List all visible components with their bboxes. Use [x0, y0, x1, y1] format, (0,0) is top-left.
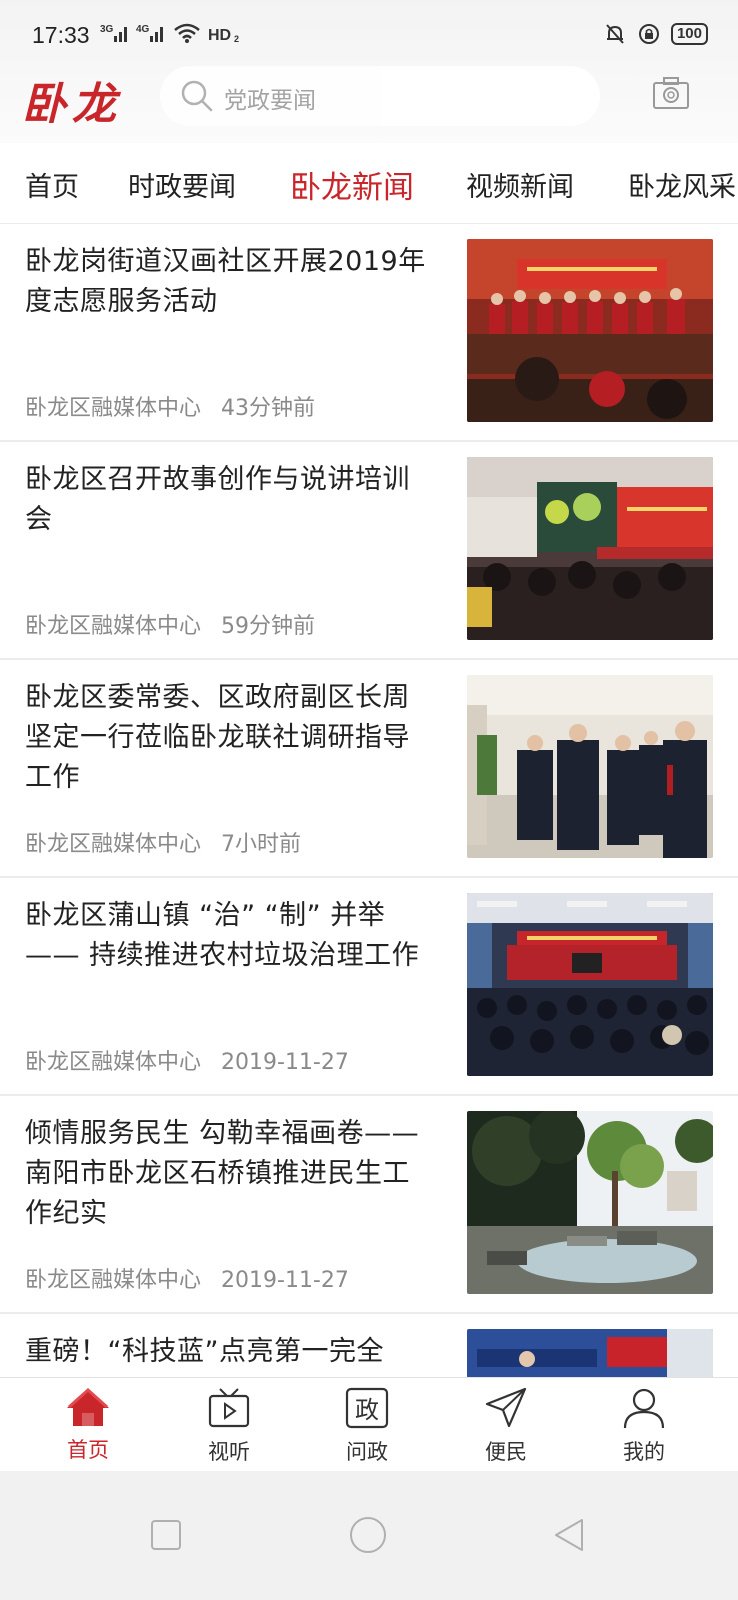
mute-bell-icon [606, 24, 624, 44]
wifi-icon [174, 23, 200, 43]
nav-mine[interactable]: 我的 [599, 1386, 689, 1466]
news-meta: 卧龙区融媒体中心 2019-11-27 [25, 1262, 349, 1294]
news-title: 卧龙岗街道汉画社区开展2019年度志愿服务活动 [25, 246, 426, 317]
news-time: 2019-11-27 [221, 1268, 349, 1293]
channel-tabs: 首页 时政要闻 卧龙新闻 视频新闻 卧龙风采 [0, 143, 738, 225]
nav-service[interactable]: 便民 [461, 1386, 551, 1466]
news-thumbnail [467, 1111, 713, 1294]
nav-home[interactable]: 首页 [43, 1386, 133, 1464]
battery-indicator: 100 [670, 23, 708, 45]
svg-text:政: 政 [355, 1396, 379, 1424]
app-logo: 卧龙 [22, 79, 122, 130]
tv-icon [208, 1388, 250, 1428]
status-bar: 17:33 3G 4G HD 2 100 [0, 0, 738, 56]
news-item[interactable]: 卧龙区委常委、区政府副区长周坚定一行莅临卧龙联社调研指导工作 卧龙区融媒体中心 7… [0, 660, 738, 878]
news-meta: 卧龙区融媒体中心 43分钟前 [25, 390, 315, 422]
news-source: 卧龙区融媒体中心 [25, 832, 202, 857]
news-source: 卧龙区融媒体中心 [25, 396, 202, 421]
svg-text:HD: HD [208, 27, 231, 44]
svg-text:3G: 3G [100, 24, 114, 35]
news-thumbnail [467, 1329, 713, 1378]
news-item[interactable]: 重磅！“科技蓝”点亮第一完全 [0, 1314, 738, 1378]
news-title: 卧龙区召开故事创作与说讲培训会 [25, 464, 410, 535]
search-placeholder: 党政要闻 [224, 88, 316, 114]
news-thumbnail [467, 893, 713, 1076]
status-right: 100 [603, 22, 708, 46]
news-meta: 卧龙区融媒体中心 59分钟前 [25, 608, 315, 640]
news-meta: 卧龙区融媒体中心 2019-11-27 [25, 1044, 349, 1076]
signal-group: 3G 4G HD 2 [100, 22, 244, 44]
search-icon [181, 80, 213, 112]
news-title: 倾情服务民生 勾勒幸福画卷——南阳市卧龙区石桥镇推进民生工作纪实 [25, 1118, 420, 1229]
news-thumbnail [467, 239, 713, 422]
nav-inquiry[interactable]: 政 问政 [322, 1386, 412, 1466]
top-header: 17:33 3G 4G HD 2 100 卧龙 党政要闻 [0, 0, 738, 143]
lock-rotation-icon [638, 24, 659, 44]
user-icon [623, 1388, 665, 1429]
news-source: 卧龙区融媒体中心 [25, 1268, 202, 1293]
system-nav-bar [0, 1471, 738, 1600]
camera-icon[interactable] [652, 76, 690, 110]
news-title: 卧龙区委常委、区政府副区长周坚定一行莅临卧龙联社调研指导工作 [25, 682, 410, 793]
news-time: 43分钟前 [221, 396, 316, 421]
tab-wolong-news[interactable]: 卧龙新闻 [290, 162, 414, 207]
tab-politics[interactable]: 时政要闻 [128, 165, 236, 204]
nav-label: 问政 [346, 1440, 388, 1464]
signal-3g-icon: 3G [100, 24, 127, 42]
tab-video-news[interactable]: 视频新闻 [466, 165, 574, 204]
bottom-nav: 首页 视听 政 问政 便民 我的 [0, 1377, 738, 1472]
news-time: 2019-11-27 [221, 1050, 349, 1075]
news-source: 卧龙区融媒体中心 [25, 1050, 202, 1075]
home-icon [67, 1387, 109, 1426]
recent-apps-icon[interactable] [150, 1519, 182, 1551]
news-title: 重磅！“科技蓝”点亮第一完全 [25, 1336, 384, 1367]
svg-text:2: 2 [234, 34, 239, 44]
news-item[interactable]: 卧龙区召开故事创作与说讲培训会 卧龙区融媒体中心 59分钟前 [0, 442, 738, 660]
news-source: 卧龙区融媒体中心 [25, 614, 202, 639]
home-circle-icon[interactable] [348, 1515, 388, 1555]
news-item[interactable]: 倾情服务民生 勾勒幸福画卷——南阳市卧龙区石桥镇推进民生工作纪实 卧龙区融媒体中… [0, 1096, 738, 1314]
tab-home[interactable]: 首页 [25, 165, 79, 204]
nav-label: 首页 [67, 1438, 109, 1462]
zheng-icon: 政 [345, 1387, 389, 1429]
tab-wolong-style[interactable]: 卧龙风采 [628, 165, 736, 204]
status-time: 17:33 [32, 22, 90, 48]
nav-label: 我的 [623, 1440, 665, 1464]
news-time: 59分钟前 [221, 614, 316, 639]
nav-label: 便民 [485, 1440, 527, 1464]
news-item[interactable]: 卧龙区蒲山镇 “治” “制” 并举—— 持续推进农村垃圾治理工作 卧龙区融媒体中… [0, 878, 738, 1096]
hd-icon: HD 2 [208, 27, 239, 44]
news-thumbnail [467, 675, 713, 858]
signal-4g-icon: 4G [136, 24, 163, 42]
search-bar[interactable]: 党政要闻 [160, 66, 600, 126]
news-item[interactable]: 卧龙岗街道汉画社区开展2019年度志愿服务活动 卧龙区融媒体中心 43分钟前 [0, 224, 738, 442]
back-icon[interactable] [552, 1517, 586, 1553]
svg-text:4G: 4G [136, 24, 150, 35]
nav-label: 视听 [208, 1440, 250, 1464]
news-time: 7小时前 [221, 832, 302, 857]
nav-av[interactable]: 视听 [184, 1386, 274, 1466]
paper-plane-icon [485, 1387, 527, 1428]
news-thumbnail [467, 457, 713, 640]
news-meta: 卧龙区融媒体中心 7小时前 [25, 826, 301, 858]
news-title: 卧龙区蒲山镇 “治” “制” 并举—— 持续推进农村垃圾治理工作 [25, 900, 420, 971]
